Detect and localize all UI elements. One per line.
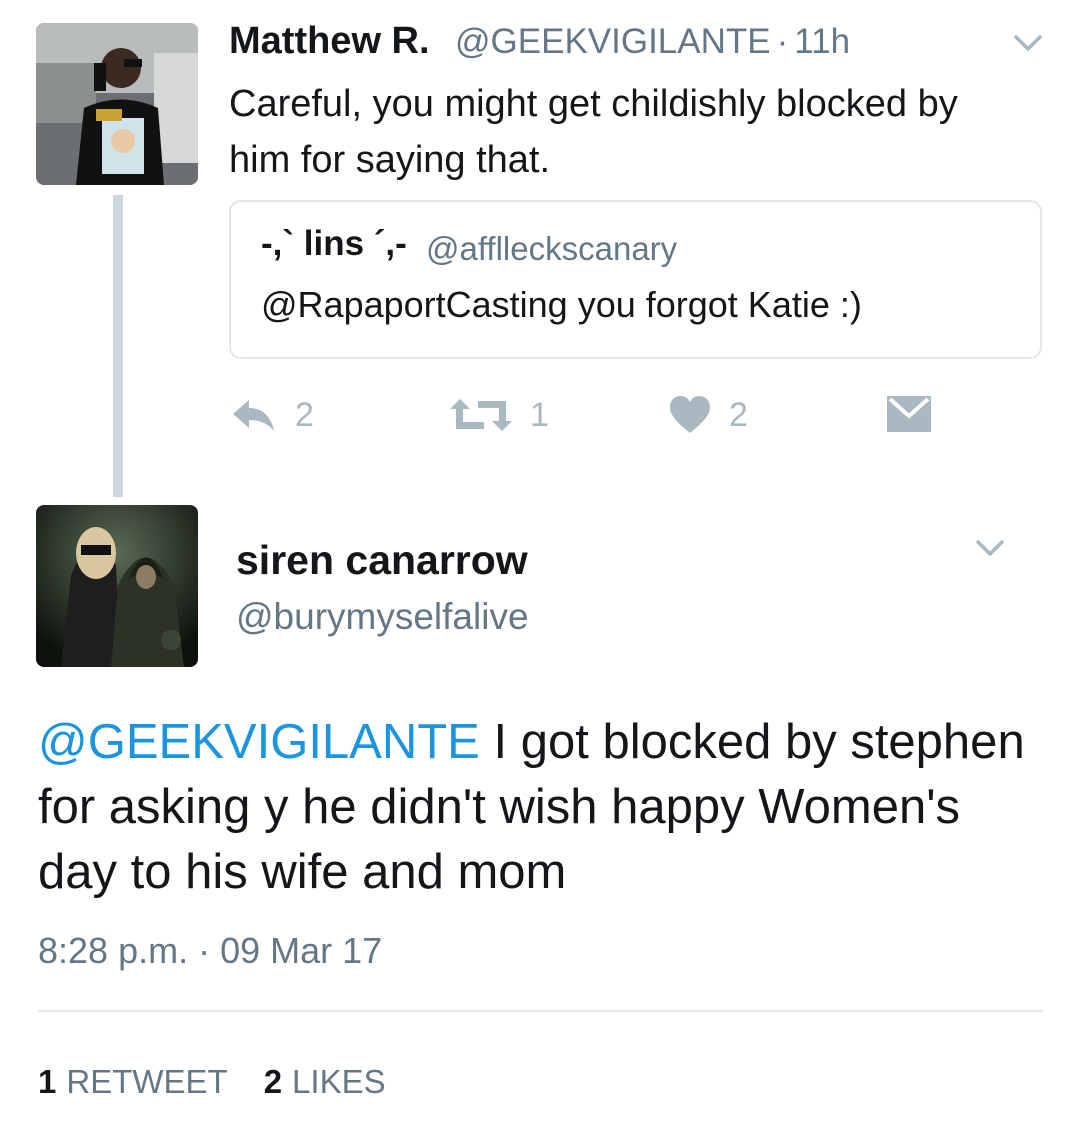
retweet-icon xyxy=(450,399,512,431)
retweet-count: 1 xyxy=(530,395,549,434)
likes-label: LIKES xyxy=(292,1063,386,1100)
meta-separator: · xyxy=(776,22,789,61)
main-tweet-time: 8:28 p.m. xyxy=(38,930,189,971)
reply-author-meta: @GEEKVIGILANTE · 11h xyxy=(455,22,850,62)
chevron-down-icon xyxy=(1014,35,1042,51)
reply-action[interactable]: 2 xyxy=(231,395,314,435)
direct-message-icon xyxy=(887,396,931,432)
reply-author-handle[interactable]: @GEEKVIGILANTE xyxy=(455,22,771,61)
mention-link[interactable]: @GEEKVIGILANTE xyxy=(38,715,480,769)
avatar-matthew[interactable] xyxy=(36,23,198,185)
quoted-tweet-card[interactable]: -,` lins ´,- @afflleckscanary @RapaportC… xyxy=(229,200,1042,359)
direct-message-action[interactable] xyxy=(887,396,931,437)
chevron-down-icon xyxy=(976,540,1004,556)
avatar-siren-image xyxy=(36,505,198,667)
avatar-matthew-image xyxy=(36,23,198,185)
divider xyxy=(38,1010,1043,1012)
quoted-author-name: -,` lins ´,- xyxy=(261,224,407,263)
quoted-author-handle: @afflleckscanary xyxy=(426,230,678,267)
main-tweet-timestamp: 8:28 p.m. · 09 Mar 17 xyxy=(38,930,382,972)
reply-age[interactable]: 11h xyxy=(794,22,850,61)
timestamp-separator: · xyxy=(198,930,211,971)
retweet-action[interactable]: 1 xyxy=(450,395,549,435)
main-author-handle[interactable]: @burymyselfalive xyxy=(236,596,529,638)
retweets-label: RETWEET xyxy=(66,1063,228,1100)
heart-icon xyxy=(670,396,710,433)
main-tweet-text: @GEEKVIGILANTE I got blocked by stephen … xyxy=(38,710,1048,905)
reply-author-name[interactable]: Matthew R. xyxy=(229,20,430,63)
likes-stat[interactable]: 2 LIKES xyxy=(264,1063,386,1101)
thread-line xyxy=(113,195,123,497)
like-action[interactable]: 2 xyxy=(669,395,748,435)
engagement-stats: 1 RETWEET 2 LIKES xyxy=(38,1063,386,1101)
like-count: 2 xyxy=(729,395,748,434)
retweets-stat[interactable]: 1 RETWEET xyxy=(38,1063,228,1101)
main-menu-button[interactable] xyxy=(975,533,1005,568)
reply-menu-button[interactable] xyxy=(1013,28,1043,63)
main-tweet-date: 09 Mar 17 xyxy=(220,930,383,971)
likes-count: 2 xyxy=(263,1063,283,1100)
reply-icon xyxy=(233,400,274,431)
main-author-name[interactable]: siren canarrow xyxy=(236,537,528,584)
avatar-siren[interactable] xyxy=(36,505,198,667)
retweets-count: 1 xyxy=(38,1063,57,1100)
reply-count: 2 xyxy=(295,395,314,434)
quoted-tweet-text: @RapaportCasting you forgot Katie :) xyxy=(261,284,862,325)
reply-tweet-text: Careful, you might get childishly blocke… xyxy=(229,83,958,181)
